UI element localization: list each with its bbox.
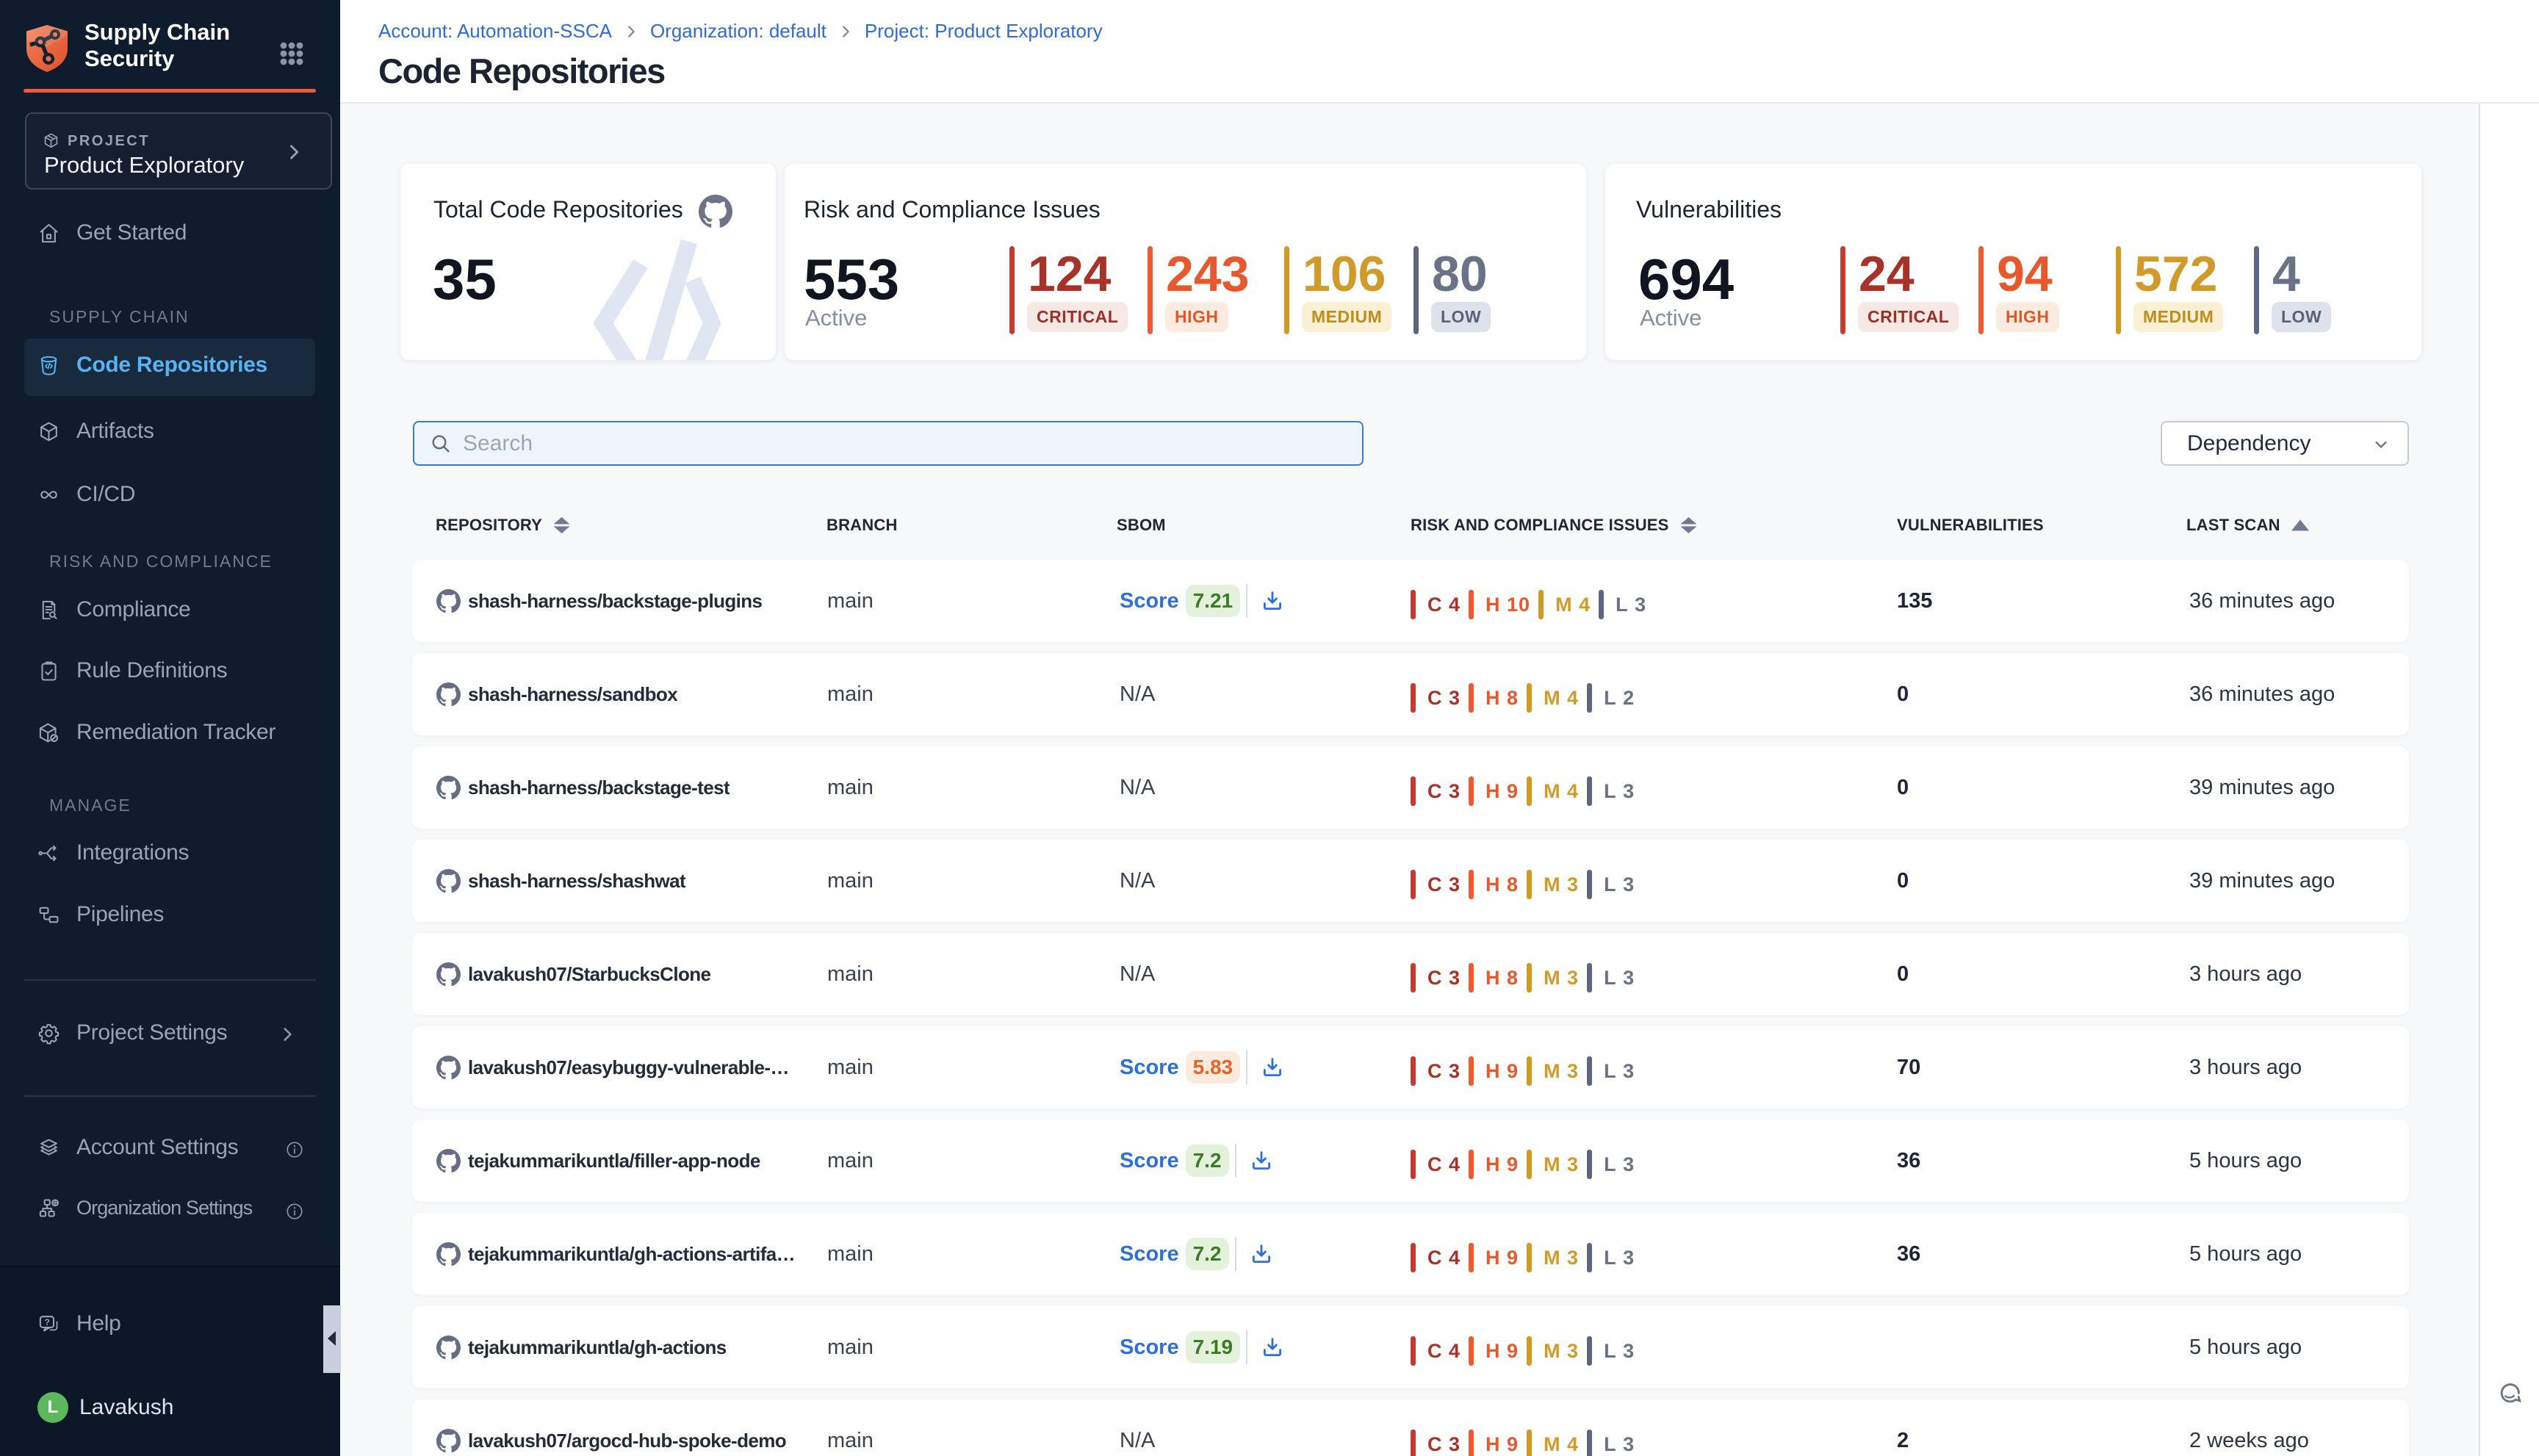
svg-text:?: ? [44,1316,49,1327]
